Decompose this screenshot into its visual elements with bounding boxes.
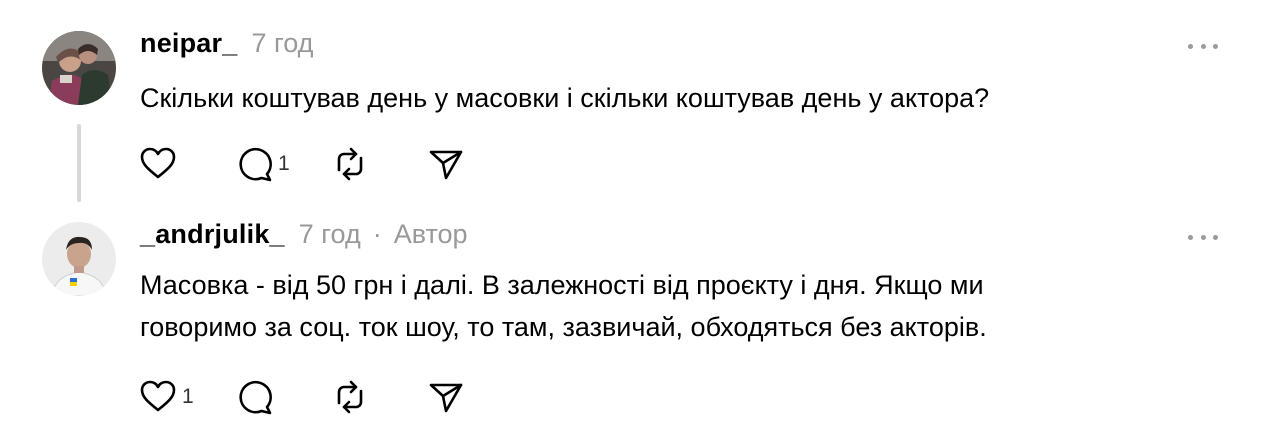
timestamp[interactable]: 7 год	[251, 28, 313, 59]
repost-button[interactable]	[330, 144, 426, 184]
comment-button[interactable]	[234, 377, 330, 417]
post-header: _andrjulik_ 7 год · Автор	[140, 219, 468, 255]
post-header: neipar_ 7 год	[140, 28, 313, 64]
share-button[interactable]	[426, 144, 522, 184]
heart-icon	[140, 380, 176, 412]
more-icon[interactable]	[1188, 41, 1218, 51]
username[interactable]: _andrjulik_	[140, 219, 285, 250]
thread-line	[77, 124, 81, 202]
separator: ·	[372, 219, 382, 249]
timestamp[interactable]: 7 год	[299, 219, 361, 250]
like-button[interactable]: 1	[138, 377, 234, 417]
avatar[interactable]	[42, 222, 116, 296]
post-text: Масовка - від 50 грн і далі. В залежност…	[140, 264, 1200, 348]
post-text-line: говоримо за соц. ток шоу, то там, зазвич…	[140, 312, 987, 342]
action-bar: 1	[138, 144, 522, 184]
repost-icon	[337, 147, 363, 181]
share-icon	[429, 383, 463, 413]
author-badge: Автор	[393, 219, 468, 249]
action-bar: 1	[138, 377, 522, 417]
like-button[interactable]	[138, 144, 234, 184]
post-text: Скільки коштував день у масовки і скільк…	[140, 83, 990, 113]
reply-count: 1	[278, 152, 290, 175]
post-text-line: Масовка - від 50 грн і далі. В залежност…	[140, 270, 984, 300]
comment-icon	[239, 147, 272, 182]
more-icon[interactable]	[1188, 232, 1218, 242]
comment-button[interactable]: 1	[234, 144, 330, 184]
like-count: 1	[182, 385, 194, 408]
heart-icon	[140, 147, 176, 179]
avatar[interactable]	[42, 31, 116, 105]
repost-icon	[337, 380, 363, 414]
username[interactable]: neipar_	[140, 28, 237, 59]
share-button[interactable]	[426, 377, 522, 417]
comment-icon	[239, 380, 272, 415]
share-icon	[429, 150, 463, 180]
repost-button[interactable]	[330, 377, 426, 417]
